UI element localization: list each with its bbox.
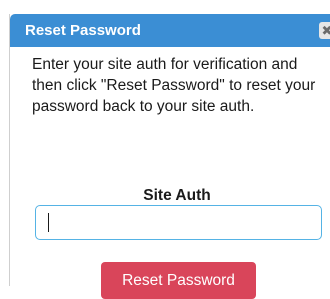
close-icon[interactable]: ✖ [319,22,330,39]
site-auth-label: Site Auth [143,187,211,204]
reset-password-button[interactable]: Reset Password [101,262,256,299]
text-caret [48,213,49,232]
reset-password-dialog: Reset Password ✖ Enter your site auth fo… [9,14,330,299]
site-auth-input[interactable] [35,205,322,240]
instructions-text: Enter your site auth for verification an… [32,56,316,115]
dialog-title: Reset Password [25,22,141,39]
dialog-titlebar: Reset Password [10,14,330,47]
